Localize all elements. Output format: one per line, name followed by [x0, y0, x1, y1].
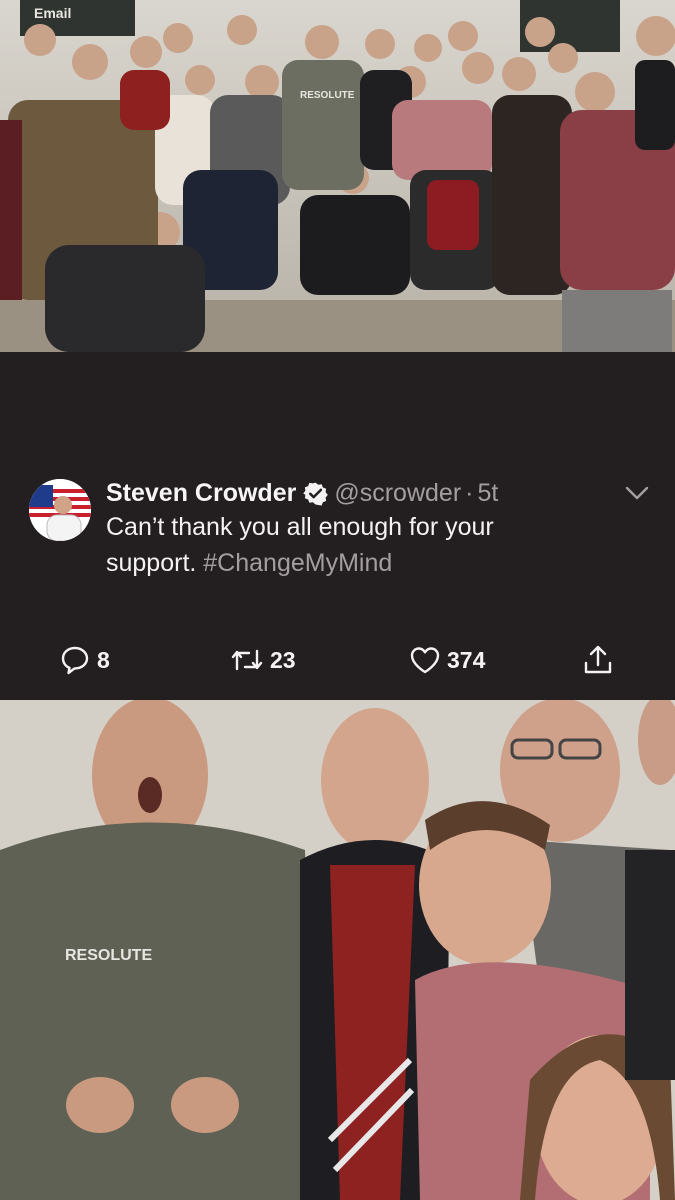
like-count: 374 — [447, 646, 486, 673]
reply-count: 8 — [97, 646, 110, 673]
share-button[interactable] — [582, 640, 614, 680]
shirt-text-zoomed: RESOLUTE — [65, 947, 152, 964]
avatar-image — [29, 479, 91, 541]
tweet-card[interactable]: Steven Crowder @scrowder · 5t Can’t than… — [0, 352, 675, 700]
reply-icon — [61, 646, 89, 675]
chevron-down-icon — [625, 486, 649, 500]
verified-badge-icon — [303, 481, 329, 506]
chalkboard-text: Email — [34, 5, 71, 21]
separator-dot: · — [465, 478, 474, 507]
group-photo-zoomed: RESOLUTE — [0, 700, 675, 1200]
retweet-count: 23 — [270, 646, 296, 673]
author-handle[interactable]: @scrowder — [334, 479, 461, 508]
shirt-text-top: RESOLUTE — [300, 90, 355, 101]
retweet-button[interactable]: 23 — [230, 640, 296, 680]
tweet-header: Steven Crowder @scrowder · 5t — [106, 476, 498, 510]
tweet-timestamp[interactable]: 5t — [477, 479, 498, 508]
tweet-text: Can’t thank you all enough for your supp… — [106, 509, 636, 581]
share-icon — [584, 645, 612, 674]
group-photo-top-image: Email RESOLUTE — [0, 0, 675, 352]
author-name[interactable]: Steven Crowder — [106, 479, 296, 508]
avatar[interactable] — [29, 479, 91, 541]
group-photo-zoomed-image: RESOLUTE — [0, 700, 675, 1200]
like-button[interactable]: 374 — [409, 640, 485, 680]
hashtag-link[interactable]: #ChangeMyMind — [203, 549, 392, 577]
tweet-menu-button[interactable] — [622, 480, 652, 506]
tweet-text-prefix: support. — [106, 549, 204, 577]
tweet-text-line-2: support. #ChangeMyMind — [106, 545, 636, 581]
group-photo-top: Email RESOLUTE — [0, 0, 675, 352]
tweet-text-line-1: Can’t thank you all enough for your — [106, 513, 494, 541]
reply-button[interactable]: 8 — [59, 640, 110, 680]
heart-icon — [410, 647, 440, 674]
retweet-icon — [231, 649, 263, 671]
tweet-actions: 8 23 374 — [0, 640, 675, 680]
